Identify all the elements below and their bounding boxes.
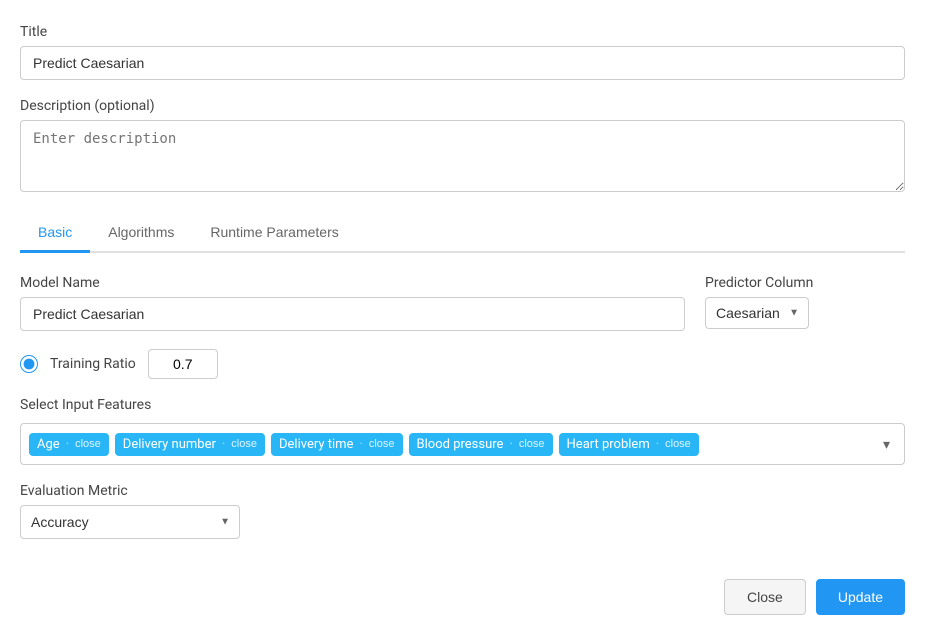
update-button[interactable]: Update xyxy=(816,579,905,615)
tag-heart-problem-label: Heart problem xyxy=(567,437,650,452)
tag-delivery-number-close[interactable]: close xyxy=(231,439,257,450)
tags-dropdown-button[interactable]: ▾ xyxy=(877,434,896,455)
tag-blood-pressure-label: Blood pressure xyxy=(417,437,504,452)
tag-age-label: Age xyxy=(37,437,60,452)
predictor-column-select[interactable]: Caesarian xyxy=(705,297,809,329)
description-input[interactable] xyxy=(20,120,905,192)
description-field-group: Description (optional) xyxy=(20,98,905,196)
model-name-col: Model Name xyxy=(20,275,685,331)
tag-blood-pressure: Blood pressure · close xyxy=(409,433,553,456)
tag-age-separator: · xyxy=(66,437,69,452)
predictor-column-col: Predictor Column Caesarian xyxy=(705,275,905,331)
tag-delivery-time: Delivery time · close xyxy=(271,433,403,456)
eval-metric-wrapper: Accuracy Precision Recall F1 Score AUC xyxy=(20,505,240,539)
predictor-column-label: Predictor Column xyxy=(705,275,905,291)
input-features-label: Select Input Features xyxy=(20,397,905,413)
training-ratio-label: Training Ratio xyxy=(50,356,136,372)
footer-buttons: Close Update xyxy=(20,579,905,615)
tag-heart-problem-close[interactable]: close xyxy=(665,439,691,450)
tag-age-close[interactable]: close xyxy=(75,439,101,450)
tag-age: Age · close xyxy=(29,433,109,456)
training-ratio-row: Training Ratio xyxy=(20,349,905,379)
tag-delivery-time-separator: · xyxy=(359,437,362,452)
tag-blood-pressure-close[interactable]: close xyxy=(519,439,545,450)
description-label: Description (optional) xyxy=(20,98,905,114)
evaluation-metric-group: Evaluation Metric Accuracy Precision Rec… xyxy=(20,483,905,539)
model-name-input[interactable] xyxy=(20,297,685,331)
tag-heart-problem: Heart problem · close xyxy=(559,433,699,456)
model-name-label: Model Name xyxy=(20,275,685,291)
training-ratio-input[interactable] xyxy=(148,349,218,379)
tag-heart-problem-separator: · xyxy=(656,437,659,452)
tag-delivery-number: Delivery number · close xyxy=(115,433,265,456)
tags-container: Age · close Delivery number · close Deli… xyxy=(20,423,905,465)
dialog: Title Description (optional) Basic Algor… xyxy=(0,0,925,638)
close-button[interactable]: Close xyxy=(724,579,806,615)
tab-runtime[interactable]: Runtime Parameters xyxy=(192,214,356,253)
title-input[interactable] xyxy=(20,46,905,80)
title-label: Title xyxy=(20,24,905,40)
model-predictor-row: Model Name Predictor Column Caesarian xyxy=(20,275,905,331)
tag-delivery-time-label: Delivery time xyxy=(279,437,353,452)
predictor-column-wrapper: Caesarian xyxy=(705,297,809,329)
training-ratio-radio[interactable] xyxy=(20,355,38,373)
title-field-group: Title xyxy=(20,24,905,80)
tag-blood-pressure-separator: · xyxy=(509,437,512,452)
tag-delivery-time-close[interactable]: close xyxy=(369,439,395,450)
tab-basic[interactable]: Basic xyxy=(20,214,90,253)
input-features-group: Select Input Features Age · close Delive… xyxy=(20,397,905,465)
evaluation-metric-label: Evaluation Metric xyxy=(20,483,905,499)
tab-algorithms[interactable]: Algorithms xyxy=(90,214,192,253)
tab-content-basic: Model Name Predictor Column Caesarian Tr… xyxy=(20,275,905,539)
tag-delivery-number-separator: · xyxy=(222,437,225,452)
tag-delivery-number-label: Delivery number xyxy=(123,437,216,452)
evaluation-metric-select[interactable]: Accuracy Precision Recall F1 Score AUC xyxy=(20,505,240,539)
tab-bar: Basic Algorithms Runtime Parameters xyxy=(20,214,905,253)
